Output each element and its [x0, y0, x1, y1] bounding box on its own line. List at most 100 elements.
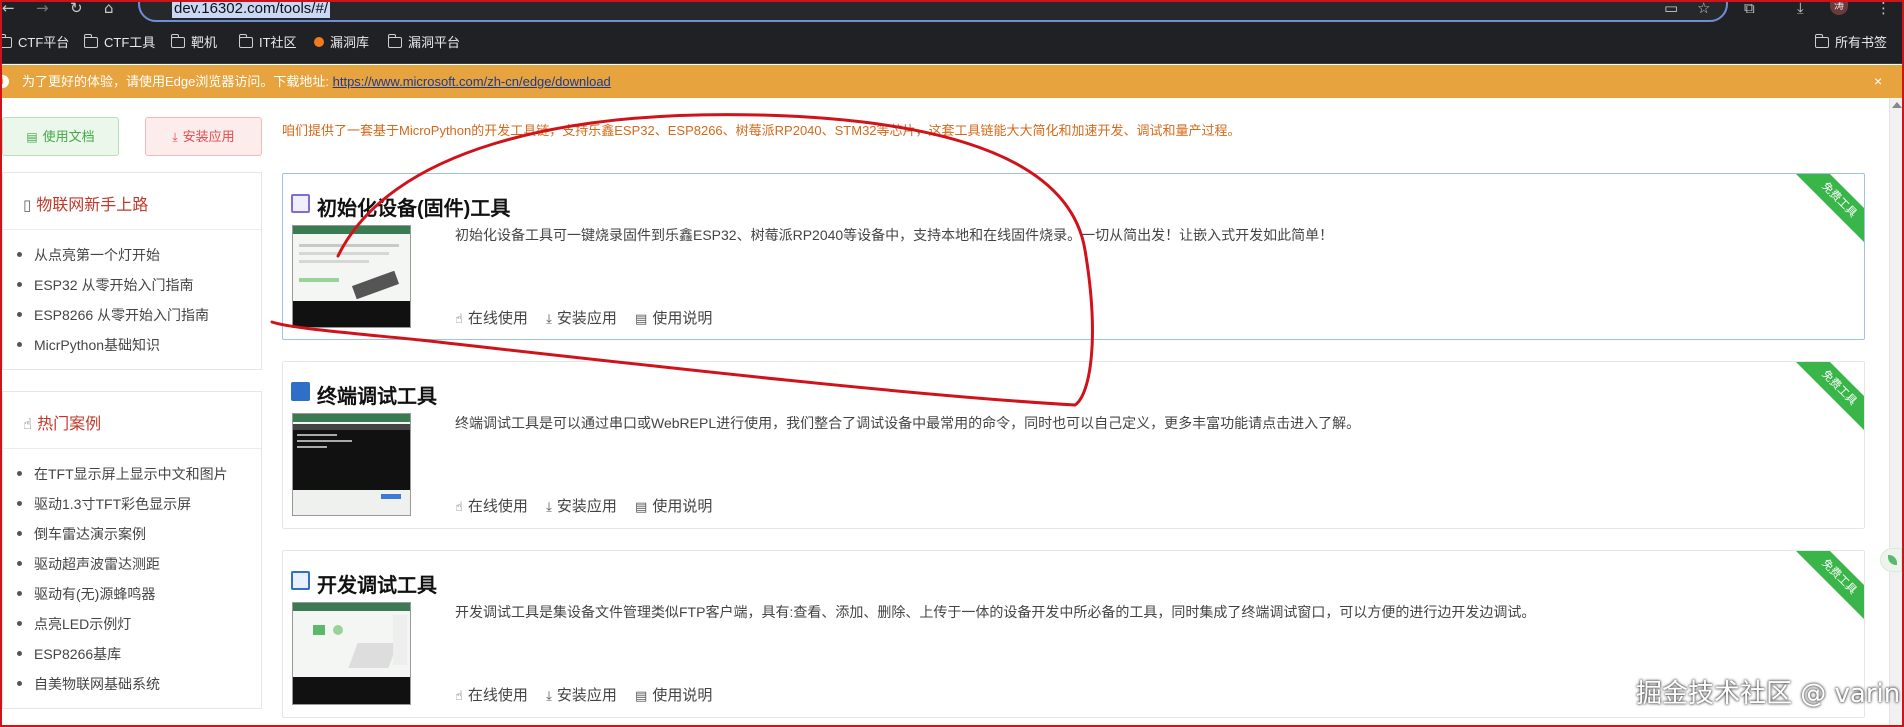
- folder-icon: [0, 34, 12, 48]
- back-icon[interactable]: ←: [2, 0, 15, 16]
- list-item[interactable]: 倒车雷达演示案例: [17, 519, 228, 549]
- tool-card-devdebug[interactable]: 开发调试工具 开发调试工具是集设备文件管理类似FTP客户端，具有:查看、添加、删…: [282, 550, 1865, 718]
- card-title[interactable]: 初始化设备(固件)工具: [317, 192, 510, 221]
- folder-icon: [238, 34, 253, 48]
- forward-icon[interactable]: →: [36, 0, 49, 16]
- card-description: 终端调试工具是可以通过串口或WebREPL进行使用，我们整合了调试设备中最常用的…: [455, 415, 1361, 431]
- list-item[interactable]: MicrPython基础知识: [17, 330, 209, 360]
- online-use-link[interactable]: ☝ 在线使用: [455, 495, 528, 516]
- thumbs-up-icon: ☝: [23, 415, 33, 433]
- online-use-link[interactable]: ☝ 在线使用: [455, 684, 528, 705]
- online-use-link[interactable]: ☝ 在线使用: [455, 307, 528, 328]
- card-thumbnail[interactable]: [292, 413, 411, 516]
- bookmark-ctf-platform[interactable]: CTF平台: [0, 34, 69, 51]
- pointer-icon: ☝: [455, 500, 463, 515]
- card-title[interactable]: 终端调试工具: [317, 380, 437, 409]
- panel-divider: [3, 229, 261, 230]
- hot-list: 在TFT显示屏上显示中文和图片 驱动1.3寸TFT彩色显示屏 倒车雷达演示案例 …: [17, 459, 228, 699]
- card-description: 开发调试工具是集设备文件管理类似FTP客户端，具有:查看、添加、删除、上传于一体…: [455, 604, 1536, 620]
- manual-link[interactable]: ▤ 使用说明: [635, 684, 712, 705]
- edge-download-link[interactable]: https://www.microsoft.com/zh-cn/edge/dow…: [333, 74, 611, 89]
- hot-cases-panel: ☝ 热门案例 在TFT显示屏上显示中文和图片 驱动1.3寸TFT彩色显示屏 倒车雷…: [2, 391, 262, 709]
- manual-link[interactable]: ▤ 使用说明: [635, 495, 712, 516]
- card-actions: ☝ 在线使用 ⤓ 安装应用 ▤ 使用说明: [455, 307, 726, 328]
- notice-text: 为了更好的体验，请使用Edge浏览器访问。下载地址: https://www.m…: [22, 74, 611, 89]
- url-text[interactable]: dev.16302.com/tools/#/: [172, 0, 330, 18]
- pointer-icon: ☝: [455, 312, 463, 327]
- terminal-icon: [291, 382, 310, 401]
- tool-card-terminal[interactable]: 终端调试工具 终端调试工具是可以通过串口或WebREPL进行使用，我们整合了调试…: [282, 361, 1865, 529]
- document-icon: ▤: [26, 130, 38, 144]
- install-app-link[interactable]: ⤓ 安装应用: [546, 307, 617, 328]
- book-icon: ▯: [23, 196, 32, 214]
- download-icon: ⤓: [546, 312, 552, 327]
- beginner-list: 从点亮第一个灯开始 ESP32 从零开始入门指南 ESP8266 从零开始入门指…: [17, 240, 209, 360]
- screen-share-icon[interactable]: ▭: [1664, 0, 1678, 16]
- dev-tool-icon: [291, 571, 310, 590]
- folder-icon: [170, 34, 185, 48]
- star-icon[interactable]: ☆: [1697, 0, 1710, 16]
- reload-icon[interactable]: ↻: [70, 0, 83, 16]
- bookmark-it-community[interactable]: IT社区: [238, 34, 297, 51]
- download-icon: ⤓: [546, 689, 552, 704]
- scrollbar[interactable]: [1889, 98, 1903, 727]
- address-bar[interactable]: [138, 0, 1728, 22]
- panel-title-beginner: ▯ 物联网新手上路: [23, 196, 149, 214]
- all-bookmarks[interactable]: 所有书签: [1814, 34, 1887, 51]
- download-icon: ⤓: [172, 130, 178, 144]
- list-item[interactable]: 点亮LED示例灯: [17, 609, 228, 639]
- list-item[interactable]: 驱动有(无)源蜂鸣器: [17, 579, 228, 609]
- pointer-icon: ☝: [455, 689, 463, 704]
- bookmark-ctf-tools[interactable]: CTF工具: [83, 34, 155, 51]
- scroll-up-icon[interactable]: [1892, 102, 1902, 108]
- card-thumbnail[interactable]: [292, 602, 411, 705]
- menu-icon[interactable]: ⋮: [1876, 0, 1891, 16]
- close-icon[interactable]: ×: [1874, 65, 1882, 98]
- extensions-icon[interactable]: ⧉: [1744, 0, 1755, 16]
- bookmark-vuln-db[interactable]: 漏洞库: [314, 35, 369, 51]
- beginner-panel: ▯ 物联网新手上路 从点亮第一个灯开始 ESP32 从零开始入门指南 ESP826…: [2, 172, 262, 370]
- intro-text: 咱们提供了一套基于MicroPython的开发工具链，支持乐鑫ESP32、ESP…: [282, 123, 1241, 138]
- manual-link[interactable]: ▤ 使用说明: [635, 307, 712, 328]
- card-thumbnail[interactable]: [292, 225, 411, 328]
- install-app-link[interactable]: ⤓ 安装应用: [546, 684, 617, 705]
- card-description: 初始化设备工具可一键烧录固件到乐鑫ESP32、树莓派RP2040等设备中，支持本…: [455, 227, 1334, 243]
- vuln-db-icon: [314, 37, 324, 47]
- list-item[interactable]: 驱动1.3寸TFT彩色显示屏: [17, 489, 228, 519]
- edge-notice-banner: i 为了更好的体验，请使用Edge浏览器访问。下载地址: https://www…: [0, 65, 1904, 98]
- folder-icon: [83, 34, 98, 48]
- folder-icon: [387, 34, 402, 48]
- card-actions: ☝ 在线使用 ⤓ 安装应用 ▤ 使用说明: [455, 684, 726, 705]
- profile-avatar[interactable]: 涛: [1830, 0, 1848, 15]
- leaf-icon[interactable]: [1880, 548, 1902, 572]
- card-actions: ☝ 在线使用 ⤓ 安装应用 ▤ 使用说明: [455, 495, 726, 516]
- panel-divider: [3, 448, 261, 449]
- book-icon: ▤: [635, 500, 648, 515]
- bookmark-target[interactable]: 靶机: [170, 34, 217, 51]
- book-icon: ▤: [635, 689, 648, 704]
- chip-icon: [291, 194, 310, 213]
- card-title[interactable]: 开发调试工具: [317, 569, 437, 598]
- browser-address-row: ← → ↻ ⌂ dev.16302.com/tools/#/ ▭ ☆ ⧉ ⤓ 涛…: [0, 0, 1904, 22]
- install-app-link[interactable]: ⤓ 安装应用: [546, 495, 617, 516]
- list-item[interactable]: 驱动超声波雷达测距: [17, 549, 228, 579]
- free-tool-ribbon: 免费工具: [1791, 551, 1864, 625]
- list-item[interactable]: ESP8266 从零开始入门指南: [17, 300, 209, 330]
- book-icon: ▤: [635, 312, 648, 327]
- list-item[interactable]: 在TFT显示屏上显示中文和图片: [17, 459, 228, 489]
- install-app-button[interactable]: ⤓ 安装应用: [145, 117, 262, 156]
- bookmarks-bar: CTF平台 CTF工具 靶机 IT社区 漏洞库 漏洞平台 所有书签: [0, 22, 1904, 64]
- list-item[interactable]: 自美物联网基础系统: [17, 669, 228, 699]
- watermark: 掘金技术社区 @ varin: [1636, 679, 1901, 709]
- list-item[interactable]: ESP8266基库: [17, 639, 228, 669]
- download-icon[interactable]: ⤓: [1797, 0, 1804, 16]
- list-item[interactable]: ESP32 从零开始入门指南: [17, 270, 209, 300]
- download-icon: ⤓: [546, 500, 552, 515]
- list-item[interactable]: 从点亮第一个灯开始: [17, 240, 209, 270]
- bookmark-vuln-platform[interactable]: 漏洞平台: [387, 34, 460, 51]
- docs-button[interactable]: ▤ 使用文档: [2, 117, 119, 156]
- free-tool-ribbon: 免费工具: [1791, 174, 1864, 248]
- tool-card-firmware[interactable]: 初始化设备(固件)工具 初始化设备工具可一键烧录固件到乐鑫ESP32、树莓派RP…: [282, 173, 1865, 340]
- folder-icon: [1814, 34, 1829, 48]
- home-icon[interactable]: ⌂: [104, 0, 114, 16]
